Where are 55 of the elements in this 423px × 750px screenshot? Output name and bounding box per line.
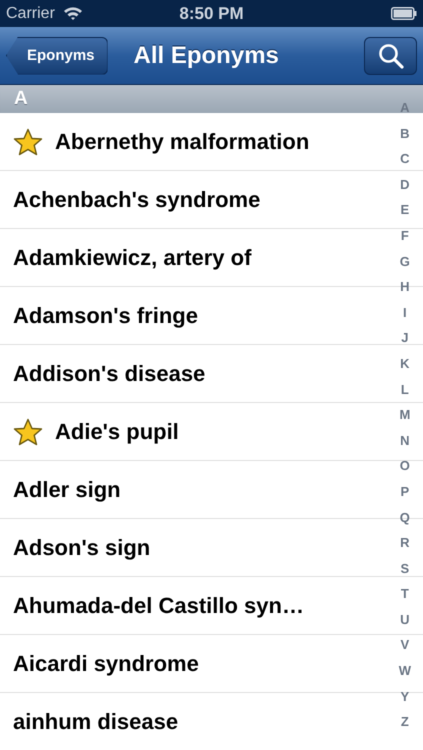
list-row[interactable]: Ahumada-del Castillo syn… bbox=[0, 577, 385, 634]
index-letter[interactable]: Y bbox=[400, 684, 410, 710]
index-letter[interactable]: T bbox=[400, 581, 409, 607]
list-row[interactable]: Achenbach's syndrome bbox=[0, 171, 385, 228]
index-letter[interactable]: C bbox=[400, 146, 410, 172]
eponym-label: Adie's pupil bbox=[55, 418, 179, 444]
list-row[interactable]: ainhum disease bbox=[0, 693, 385, 750]
index-letter[interactable]: B bbox=[400, 120, 410, 146]
status-time: 8:50 PM bbox=[179, 4, 244, 24]
search-button[interactable] bbox=[364, 36, 417, 74]
index-letter[interactable]: Z bbox=[400, 709, 409, 735]
index-letter[interactable]: D bbox=[400, 172, 410, 198]
index-letter[interactable]: N bbox=[400, 428, 410, 454]
index-letter[interactable]: I bbox=[403, 300, 407, 326]
eponym-label: ainhum disease bbox=[13, 708, 178, 734]
list-row[interactable]: Abernethy malformation bbox=[0, 113, 385, 170]
index-letter[interactable]: H bbox=[400, 274, 410, 300]
eponym-label: Achenbach's syndrome bbox=[13, 186, 260, 212]
index-letter[interactable]: J bbox=[401, 325, 408, 351]
list-row[interactable]: Adie's pupil bbox=[0, 403, 385, 460]
index-letter[interactable]: G bbox=[400, 248, 410, 274]
index-letter[interactable]: E bbox=[400, 197, 410, 223]
carrier-label: Carrier bbox=[6, 4, 55, 22]
index-letter[interactable]: V bbox=[400, 632, 410, 658]
index-letter[interactable]: P bbox=[400, 478, 410, 504]
wifi-icon bbox=[62, 6, 83, 21]
eponym-label: Adler sign bbox=[13, 476, 121, 502]
search-icon bbox=[378, 42, 404, 68]
back-button[interactable]: Eponyms bbox=[6, 36, 108, 74]
battery-icon bbox=[391, 7, 417, 20]
list-row[interactable]: Adamkiewicz, artery of bbox=[0, 229, 385, 286]
index-letter[interactable]: K bbox=[400, 350, 410, 377]
eponym-label: Adamson's fringe bbox=[13, 302, 198, 328]
list-row[interactable]: Adler sign bbox=[0, 461, 385, 518]
index-letter[interactable]: F bbox=[400, 222, 409, 249]
eponym-label: Adamkiewicz, artery of bbox=[13, 244, 252, 270]
nav-title: All Eponyms bbox=[134, 42, 279, 70]
index-letter[interactable]: Q bbox=[400, 504, 410, 530]
index-letter[interactable]: M bbox=[399, 402, 410, 428]
list-row[interactable]: Addison's disease bbox=[0, 345, 385, 402]
list-row[interactable]: Adamson's fringe bbox=[0, 287, 385, 344]
index-letter[interactable]: R bbox=[400, 530, 410, 556]
index-letter[interactable]: O bbox=[400, 453, 410, 479]
index-letter[interactable]: L bbox=[400, 376, 409, 402]
eponym-label: Ahumada-del Castillo syn… bbox=[13, 592, 304, 618]
list-row[interactable]: Aicardi syndrome bbox=[0, 635, 385, 692]
eponym-label: Addison's disease bbox=[13, 360, 206, 386]
eponym-label: Abernethy malformation bbox=[55, 128, 310, 154]
section-letter: A bbox=[14, 88, 28, 110]
eponym-label: Adson's sign bbox=[13, 534, 150, 560]
eponym-label: Aicardi syndrome bbox=[13, 650, 199, 676]
index-letter[interactable]: U bbox=[400, 606, 410, 632]
index-letter[interactable]: W bbox=[398, 658, 411, 684]
index-letter[interactable]: S bbox=[400, 556, 410, 582]
list-row[interactable]: Adson's sign bbox=[0, 519, 385, 576]
